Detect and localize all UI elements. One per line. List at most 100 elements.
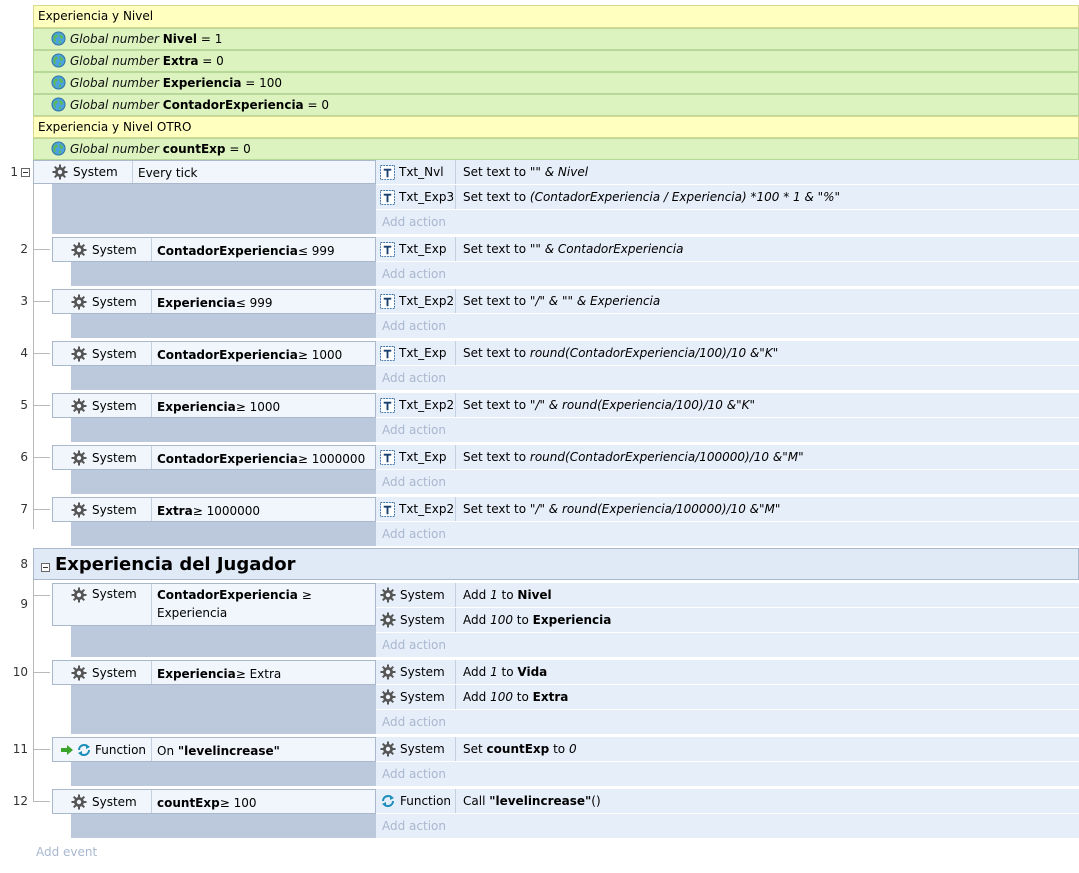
event-condition[interactable]: System ContadorExperiencia ≤ 999 — [52, 237, 376, 262]
action-object[interactable]: Function — [376, 789, 456, 813]
gear-icon — [71, 294, 87, 310]
action-object[interactable]: System — [376, 583, 456, 607]
add-action-link[interactable]: Add action — [376, 470, 1079, 494]
global-variable-row[interactable]: Global number countExp = 0 — [33, 138, 1079, 160]
action-object[interactable]: System — [376, 737, 456, 761]
condition-object[interactable]: System — [67, 790, 151, 813]
add-action-link[interactable]: Add action — [376, 522, 1079, 546]
event-condition[interactable]: System Extra ≥ 1000000 — [52, 497, 376, 522]
add-event-link[interactable]: Add event — [36, 845, 97, 859]
global-variable-row[interactable]: Global number Experiencia = 100 — [33, 72, 1079, 94]
action-amount: 100 — [490, 690, 513, 704]
event-number: 6 — [20, 450, 28, 464]
global-variable-row[interactable]: Global number Extra = 0 — [33, 50, 1079, 72]
variable-type: Global number — [70, 54, 159, 68]
action-object[interactable]: Txt_Exp — [376, 445, 456, 469]
condition-object[interactable]: System — [67, 584, 151, 625]
action-row[interactable]: Txt_Exp Set text to round(ContadorExperi… — [376, 341, 1079, 366]
collapse-toggle[interactable] — [41, 563, 50, 572]
global-variable-row[interactable]: Global number ContadorExperiencia = 0 — [33, 94, 1079, 116]
action-target: "levelincrease" — [489, 794, 592, 808]
object-name: System — [400, 742, 445, 756]
event-condition[interactable]: System Experiencia ≥ 1000 — [52, 393, 376, 418]
action-object[interactable]: Txt_Exp2 — [376, 289, 456, 313]
action-row[interactable]: System Set countExp to 0 — [376, 737, 1079, 762]
action-row[interactable]: Txt_Exp Set text to "" & ContadorExperie… — [376, 237, 1079, 262]
action-object[interactable]: Txt_Exp — [376, 341, 456, 365]
add-action-link[interactable]: Add action — [376, 262, 1079, 286]
action-row[interactable]: System Add 1 to Nivel — [376, 583, 1079, 608]
action-target: Vida — [517, 665, 548, 679]
object-name: Txt_Exp2 — [399, 502, 455, 516]
action-row[interactable]: Txt_Exp2 Set text to "/" & round(Experie… — [376, 393, 1079, 418]
tree-line — [33, 301, 50, 302]
event-condition[interactable]: Function On "levelincrease" — [52, 737, 376, 762]
condition-variable: ContadorExperiencia — [157, 347, 298, 362]
event-condition[interactable]: System ContadorExperiencia ≥ Experiencia — [52, 583, 376, 626]
collapse-toggle[interactable] — [21, 168, 30, 177]
global-variable-row[interactable]: Global number Nivel = 1 — [33, 28, 1079, 50]
action-object[interactable]: System — [376, 608, 456, 632]
action-expression: "/" & round(Experiencia/100)/10 &"K" — [529, 398, 756, 412]
event-condition[interactable]: System Every tick — [33, 160, 376, 184]
add-action-link[interactable]: Add action — [376, 210, 1079, 234]
event-number: 10 — [12, 665, 28, 679]
event-condition[interactable]: System ContadorExperiencia ≥ 1000000 — [52, 445, 376, 470]
event-condition[interactable]: System ContadorExperiencia ≥ 1000 — [52, 341, 376, 366]
condition-variable: Extra — [157, 503, 193, 518]
action-prefix: Set text to — [463, 346, 527, 360]
tree-line — [33, 672, 50, 673]
action-row[interactable]: System Add 100 to Extra — [376, 685, 1079, 710]
action-row[interactable]: Txt_Exp2 Set text to "/" & round(Experie… — [376, 497, 1079, 522]
variable-name: Experiencia — [162, 76, 242, 90]
action-text: Add 1 to Vida — [456, 660, 547, 684]
add-action-link[interactable]: Add action — [376, 314, 1079, 338]
add-action-link[interactable]: Add action — [376, 814, 1079, 838]
add-action-link[interactable]: Add action — [376, 366, 1079, 390]
condition-object[interactable]: Function — [57, 738, 151, 761]
action-text: Add 100 to Extra — [456, 685, 568, 709]
event-condition[interactable]: System Experiencia ≥ Extra — [52, 660, 376, 685]
action-row[interactable]: System Add 100 to Experiencia — [376, 608, 1079, 633]
variable-name: Nivel — [162, 32, 197, 46]
action-object[interactable]: Txt_Exp — [376, 237, 456, 261]
action-object[interactable]: System — [376, 685, 456, 709]
condition-object[interactable]: System — [67, 238, 151, 261]
comment-row[interactable]: Experiencia y Nivel OTRO — [33, 116, 1079, 138]
action-object[interactable]: System — [376, 660, 456, 684]
action-row[interactable]: System Add 1 to Vida — [376, 660, 1079, 685]
action-object[interactable]: Txt_Nvl — [376, 160, 456, 184]
action-object[interactable]: Txt_Exp2 — [376, 497, 456, 521]
event-group-header[interactable]: Experiencia del Jugador — [33, 548, 1079, 580]
tree-line — [33, 509, 50, 510]
action-prefix: Call — [463, 794, 486, 808]
action-row[interactable]: Function Call "levelincrease" () — [376, 789, 1079, 814]
add-action-link[interactable]: Add action — [376, 762, 1079, 786]
globe-icon — [51, 141, 66, 156]
condition-object[interactable]: System — [67, 661, 151, 684]
condition-object[interactable]: System — [67, 342, 151, 365]
condition-object[interactable]: System — [67, 498, 151, 521]
gear-icon — [71, 587, 87, 603]
object-name: System — [400, 613, 445, 627]
event-gutter — [71, 762, 376, 786]
condition-object[interactable]: System — [67, 446, 151, 469]
text-object-icon — [380, 242, 395, 257]
action-row[interactable]: Txt_Exp3 Set text to (ContadorExperienci… — [376, 185, 1079, 210]
add-action-link[interactable]: Add action — [376, 633, 1079, 657]
action-row[interactable]: Txt_Exp2 Set text to "/" & "" & Experien… — [376, 289, 1079, 314]
condition-object[interactable]: System — [67, 290, 151, 313]
text-object-icon — [380, 346, 395, 361]
action-object[interactable]: Txt_Exp3 — [376, 185, 456, 209]
add-action-link[interactable]: Add action — [376, 710, 1079, 734]
action-prefix: Set text to — [463, 502, 527, 516]
object-name: Txt_Exp — [399, 242, 447, 256]
action-row[interactable]: Txt_Exp Set text to round(ContadorExperi… — [376, 445, 1079, 470]
condition-object[interactable]: System — [67, 394, 151, 417]
event-condition[interactable]: System Experiencia ≤ 999 — [52, 289, 376, 314]
event-condition[interactable]: System countExp ≥ 100 — [52, 789, 376, 814]
action-row[interactable]: Txt_Nvl Set text to "" & Nivel — [376, 160, 1079, 185]
comment-row[interactable]: Experiencia y Nivel — [33, 5, 1079, 28]
add-action-link[interactable]: Add action — [376, 418, 1079, 442]
action-object[interactable]: Txt_Exp2 — [376, 393, 456, 417]
